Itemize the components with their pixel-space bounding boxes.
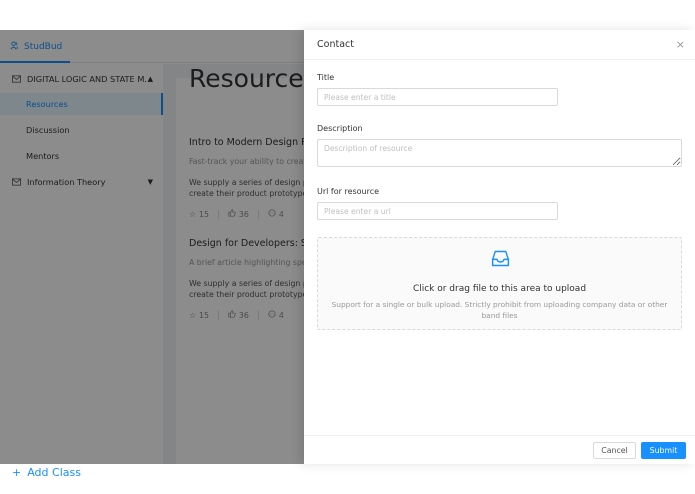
url-input[interactable] [317,202,558,220]
drawer-mask[interactable] [0,30,304,464]
drawer-footer: Cancel Submit [304,435,695,464]
inbox-icon [490,248,511,273]
plus-icon: + [12,466,22,479]
description-label: Description [317,124,363,133]
drawer-header: Contact × [304,30,695,60]
add-class-button[interactable]: + Add Class [12,466,81,479]
upload-dropzone[interactable]: Click or drag file to this area to uploa… [317,237,682,330]
title-input[interactable] [317,88,558,106]
title-label: Title [317,73,335,82]
contact-drawer: Contact × Title Description Url for reso… [304,30,695,464]
add-class-label: Add Class [27,466,81,479]
close-icon[interactable]: × [676,38,685,51]
upload-hint: Support for a single or bulk upload. Str… [331,300,668,320]
description-textarea[interactable] [317,139,682,167]
upload-text: Click or drag file to this area to uploa… [412,284,587,294]
drawer-title: Contact [317,39,354,50]
submit-button[interactable]: Submit [641,442,686,459]
cancel-button[interactable]: Cancel [593,442,636,459]
page-root: StudBud DIGITAL LOGIC AND STATE M... ▲ R… [0,0,695,494]
url-label: Url for resource [317,187,380,196]
